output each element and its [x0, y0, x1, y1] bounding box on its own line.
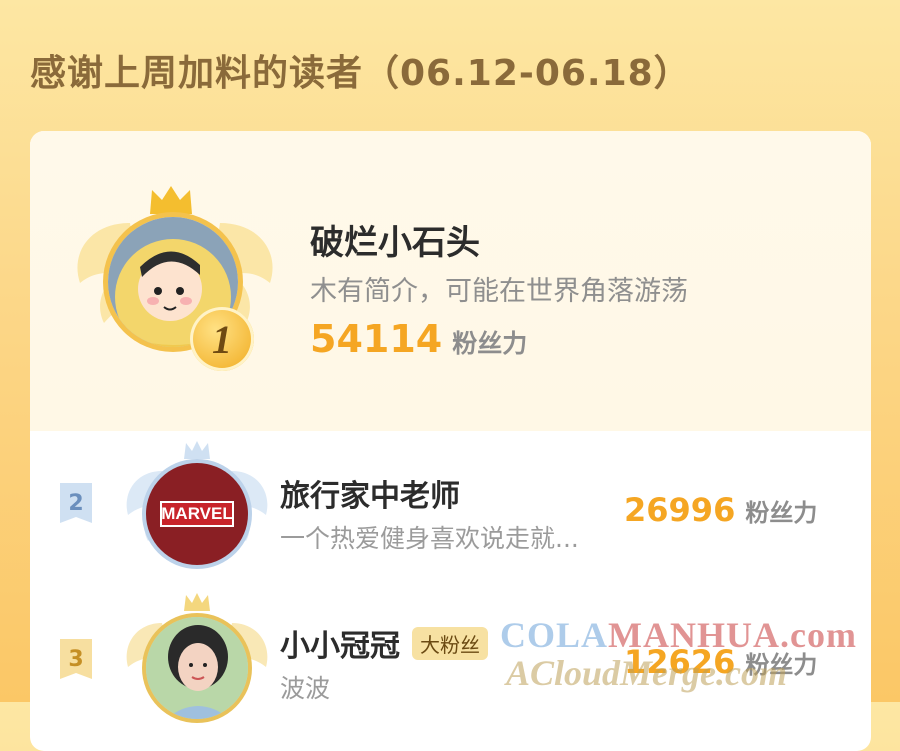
- user-name: 小小冠冠: [280, 629, 400, 664]
- watermark-part: COLA: [500, 615, 609, 655]
- page-title: 感谢上周加料的读者（06.12-06.18）: [30, 53, 691, 94]
- user-name: 旅行家中老师: [280, 479, 460, 514]
- score-label: 粉丝力: [452, 329, 528, 358]
- rank2-score: 26996 粉丝力: [624, 491, 817, 529]
- list-item[interactable]: 2 MARVEL 旅行家中老师 一个热爱健身喜欢说走就... 26996 粉丝力: [30, 431, 871, 581]
- score-value: 54114: [310, 317, 443, 361]
- watermark: COLAMANHUA.com: [500, 614, 857, 656]
- rank3-intro: 波波: [280, 674, 331, 703]
- rank-2-flag: 2: [60, 483, 92, 523]
- rank2-intro: 一个热爱健身喜欢说走就...: [280, 524, 579, 553]
- avatar[interactable]: MARVEL: [146, 463, 248, 565]
- rank2-name[interactable]: 旅行家中老师: [280, 471, 460, 515]
- rank1-name[interactable]: 破烂小石头: [310, 215, 480, 264]
- rank3-name[interactable]: 小小冠冠 大粉丝: [280, 621, 488, 665]
- watermark: ACloudMerge.com: [506, 653, 788, 693]
- rank1-intro: 木有简介，可能在世界角落游荡: [310, 276, 688, 307]
- marvel-logo: MARVEL: [160, 501, 234, 527]
- rank-3-flag: 3: [60, 639, 92, 679]
- score-label: 粉丝力: [745, 499, 818, 527]
- avatar[interactable]: [146, 617, 248, 719]
- fan-badge: 大粉丝: [412, 626, 488, 660]
- crown-icon: [150, 186, 192, 214]
- score-value: 26996: [624, 491, 736, 529]
- watermark-part: MANHUA.com: [608, 615, 857, 655]
- rank1-score: 54114 粉丝力: [310, 317, 527, 361]
- rank-1-medal: 1: [190, 307, 254, 371]
